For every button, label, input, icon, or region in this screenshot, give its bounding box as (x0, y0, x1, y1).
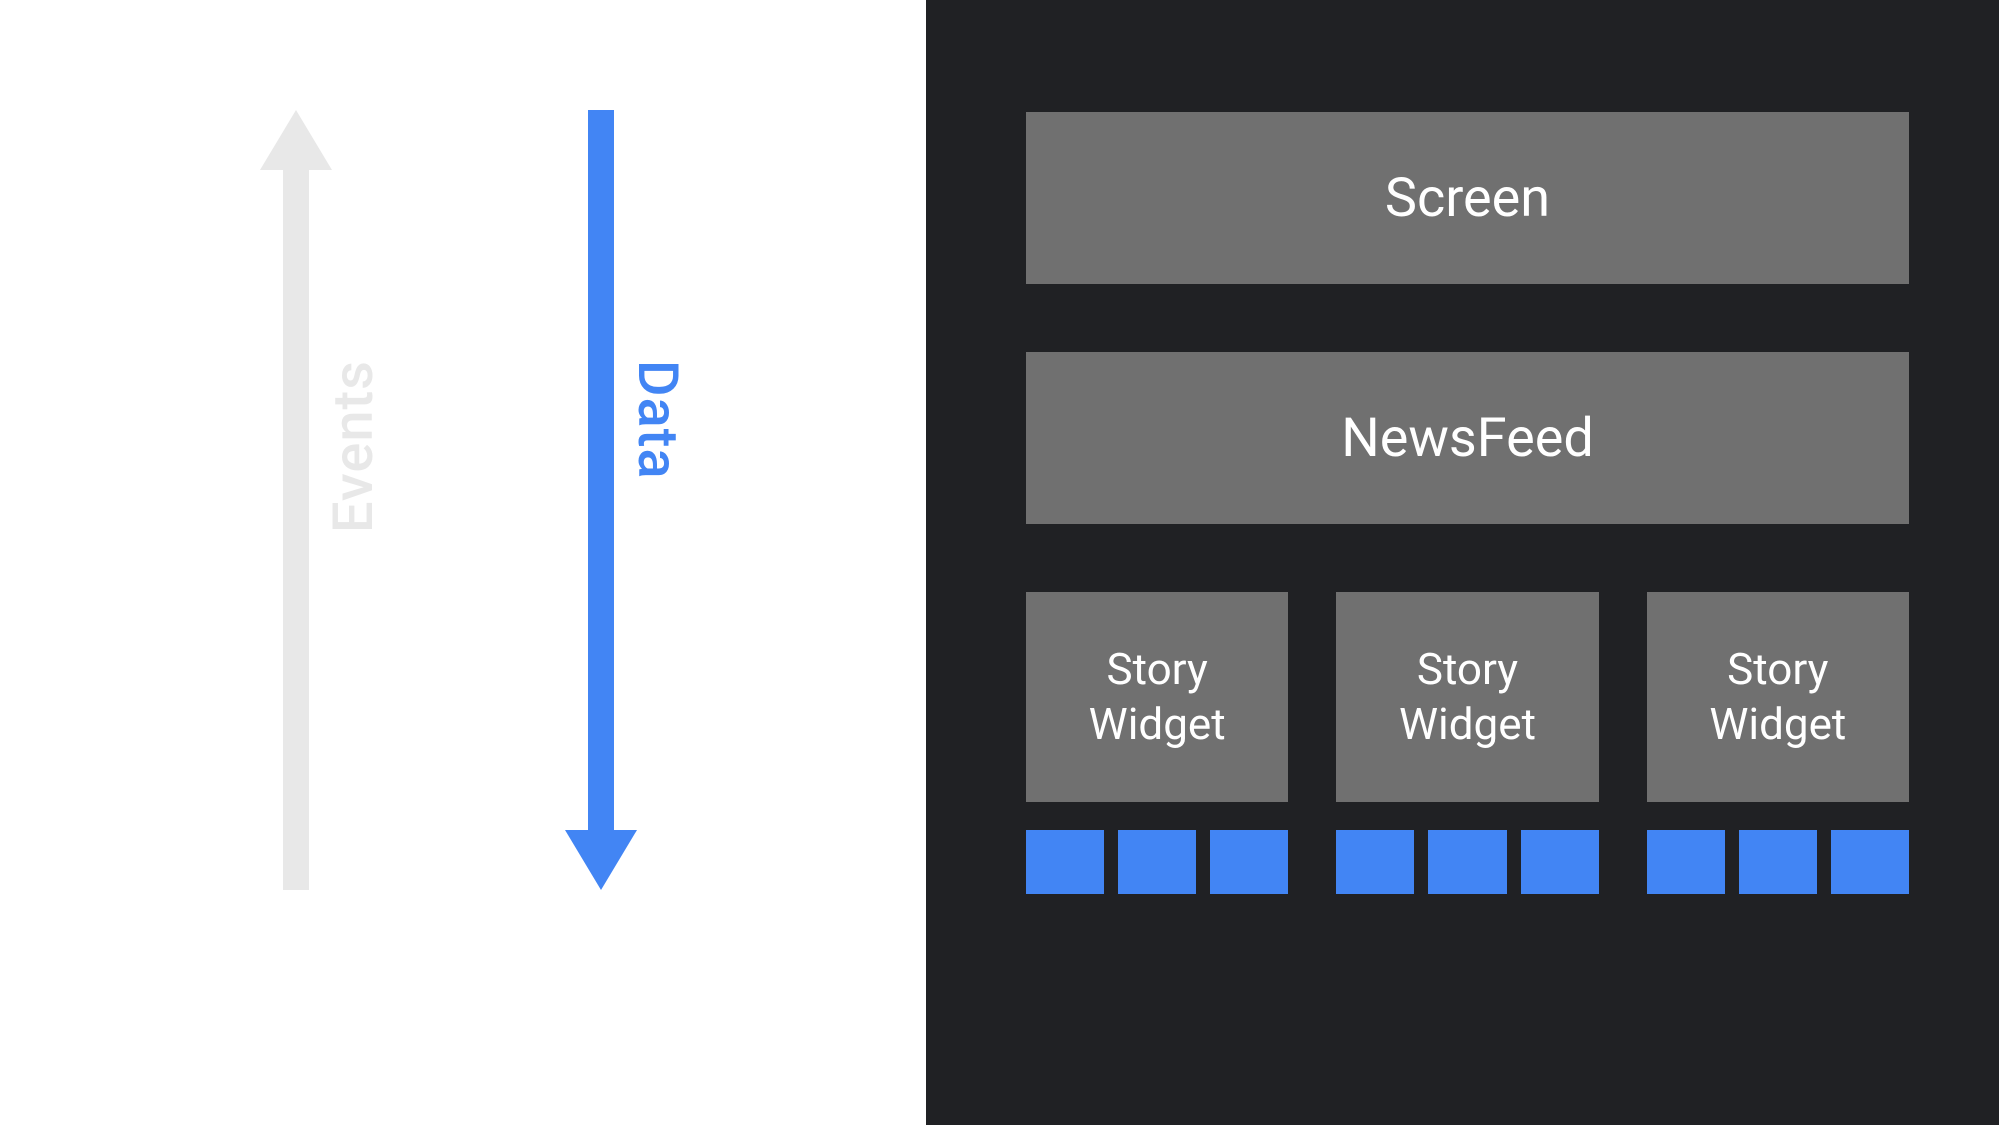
screen-block: Screen (1026, 112, 1909, 284)
story-widget-block: StoryWidget (1026, 592, 1288, 802)
story-widget-label: StoryWidget (1089, 642, 1226, 752)
chip (1521, 830, 1599, 894)
story-widget-column: StoryWidget (1026, 592, 1288, 894)
arrow-up-icon (260, 110, 332, 170)
component-hierarchy: Screen NewsFeed StoryWidgetStoryWidgetSt… (1026, 112, 1909, 894)
screen-label: Screen (1385, 167, 1550, 230)
chip (1336, 830, 1414, 894)
story-widget-column: StoryWidget (1336, 592, 1598, 894)
chip (1118, 830, 1196, 894)
story-widget-column: StoryWidget (1647, 592, 1909, 894)
chip (1210, 830, 1288, 894)
story-widget-label: StoryWidget (1399, 642, 1536, 752)
chip (1647, 830, 1725, 894)
chips-row (1026, 830, 1288, 894)
chips-row (1647, 830, 1909, 894)
arrow-shaft (588, 110, 614, 830)
chip (1831, 830, 1909, 894)
arrow-down-icon (565, 830, 637, 890)
story-widget-block: StoryWidget (1647, 592, 1909, 802)
data-arrow: Data (565, 110, 637, 890)
left-panel: Events Data (0, 0, 926, 1125)
events-arrow: Events (260, 110, 332, 890)
chips-row (1336, 830, 1598, 894)
events-arrow-label: Events (320, 360, 386, 533)
widgets-row: StoryWidget StoryWidget StoryWidget (1026, 592, 1909, 894)
newsfeed-block: NewsFeed (1026, 352, 1909, 524)
newsfeed-label: NewsFeed (1341, 407, 1594, 470)
chip (1026, 830, 1104, 894)
chip (1739, 830, 1817, 894)
right-panel: Screen NewsFeed StoryWidgetStoryWidgetSt… (926, 0, 1999, 1125)
arrow-shaft (283, 170, 309, 890)
story-widget-label: StoryWidget (1709, 642, 1846, 752)
data-arrow-label: Data (625, 360, 691, 480)
story-widget-block: StoryWidget (1336, 592, 1598, 802)
chip (1428, 830, 1506, 894)
